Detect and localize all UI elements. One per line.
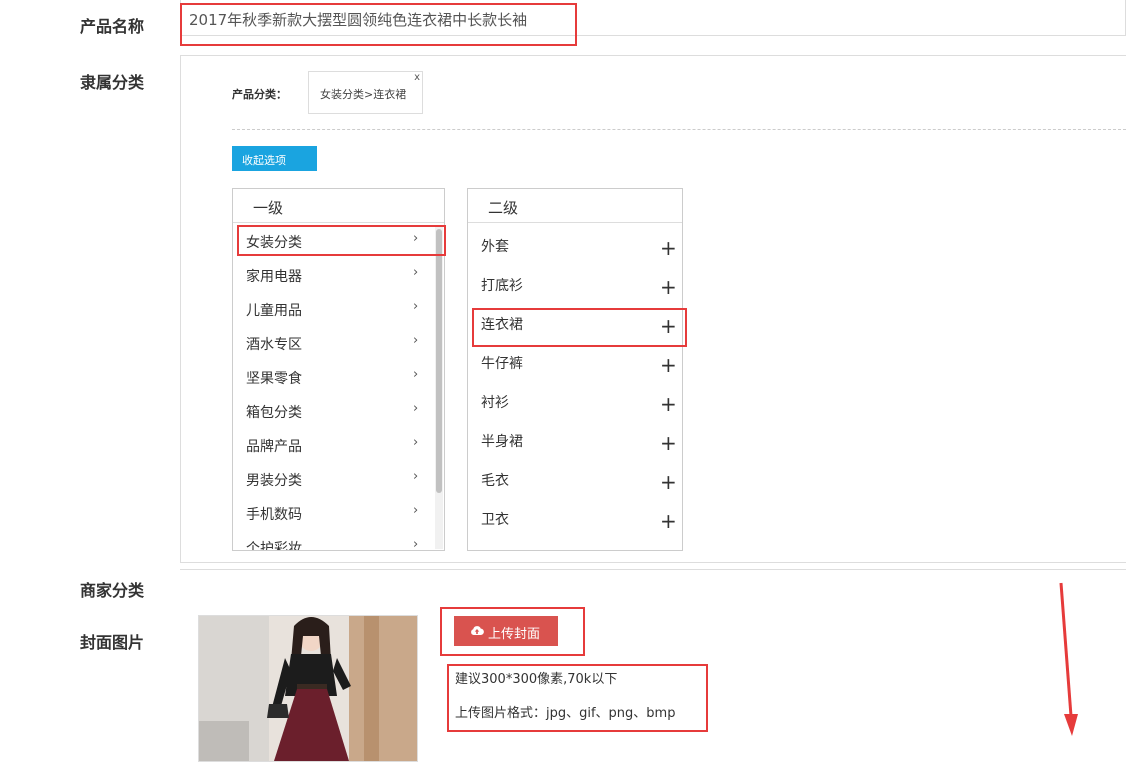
plus-icon[interactable]: + xyxy=(660,238,677,258)
annotation-arrow-icon xyxy=(1059,582,1078,736)
level2-list: 二级 外套 + 打底衫 + 连衣裙 + 牛仔裤 + 衬衫 + 半身裙 + 毛衣 … xyxy=(467,188,683,551)
level2-item[interactable]: 毛衣 + xyxy=(468,463,682,502)
plus-icon[interactable]: + xyxy=(660,433,677,453)
level2-item[interactable]: 半身裙 + xyxy=(468,424,682,463)
level2-title: 二级 xyxy=(468,189,682,223)
level2-item-label: 半身裙 xyxy=(481,434,523,450)
level1-item[interactable]: 酒水专区 › xyxy=(233,327,433,361)
level1-item[interactable]: 箱包分类 › xyxy=(233,395,433,429)
level1-selected-highlight xyxy=(237,225,446,256)
level2-item-label: 衬衫 xyxy=(481,395,509,411)
level2-item[interactable]: 衬衫 + xyxy=(468,385,682,424)
level2-selected-highlight xyxy=(472,308,687,347)
plus-icon[interactable]: + xyxy=(660,277,677,297)
chevron-right-icon: › xyxy=(413,503,419,518)
chevron-right-icon: › xyxy=(413,537,419,551)
level1-item-label: 家用电器 xyxy=(246,269,302,285)
level1-item[interactable]: 手机数码 › xyxy=(233,497,433,531)
chevron-right-icon: › xyxy=(413,299,419,314)
chevron-right-icon: › xyxy=(413,333,419,348)
selected-category-text: 女装分类>连衣裙 xyxy=(320,88,407,101)
chevron-right-icon: › xyxy=(413,469,419,484)
level1-item[interactable]: 品牌产品 › xyxy=(233,429,433,463)
level2-item-label: 外套 xyxy=(481,239,509,255)
level1-item-label: 箱包分类 xyxy=(246,405,302,421)
level1-item-label: 坚果零食 xyxy=(246,371,302,387)
dress-photo xyxy=(199,616,417,761)
level1-item-label: 品牌产品 xyxy=(246,439,302,455)
chevron-right-icon: › xyxy=(413,435,419,450)
chevron-right-icon: › xyxy=(413,265,419,280)
plus-icon[interactable]: + xyxy=(660,394,677,414)
level2-item-label: 牛仔裤 xyxy=(481,356,523,372)
tag-close-icon[interactable]: x xyxy=(414,73,420,83)
cover-image-label: 封面图片 xyxy=(80,633,145,652)
category-panel-underline xyxy=(180,569,1126,570)
product-name-highlight xyxy=(180,3,577,46)
level1-item[interactable]: 儿童用品 › xyxy=(233,293,433,327)
level1-scrollbar[interactable] xyxy=(436,229,442,493)
plus-icon[interactable]: + xyxy=(660,511,677,531)
level1-item-label: 男装分类 xyxy=(246,473,302,489)
level1-title: 一级 xyxy=(233,189,444,223)
level2-item-label: 毛衣 xyxy=(481,473,509,489)
level2-item[interactable]: 牛仔裤 + xyxy=(468,346,682,385)
level1-item-label: 儿童用品 xyxy=(246,303,302,319)
level1-item[interactable]: 家用电器 › xyxy=(233,259,433,293)
level1-item[interactable]: 个护彩妆 › xyxy=(233,531,433,551)
plus-icon[interactable]: + xyxy=(660,472,677,492)
product-name-label: 产品名称 xyxy=(80,17,145,36)
upload-button-highlight xyxy=(440,607,585,656)
level2-item[interactable]: 外套 + xyxy=(468,229,682,268)
level1-item-label: 酒水专区 xyxy=(246,337,302,353)
plus-icon[interactable]: + xyxy=(660,355,677,375)
product-category-label: 产品分类： xyxy=(232,88,287,101)
upload-hint-highlight xyxy=(447,664,708,732)
level2-item[interactable]: 打底衫 + xyxy=(468,268,682,307)
cover-image-thumbnail xyxy=(198,615,418,762)
merchant-category-label: 商家分类 xyxy=(80,581,145,600)
selected-category-tag: 女装分类>连衣裙 x xyxy=(308,71,423,114)
level2-item-label: 卫衣 xyxy=(481,512,509,528)
divider xyxy=(232,129,1126,130)
category-label: 隶属分类 xyxy=(80,73,145,92)
level1-item-label: 个护彩妆 xyxy=(246,541,302,551)
chevron-right-icon: › xyxy=(413,401,419,416)
level2-item[interactable]: 卫衣 + xyxy=(468,502,682,541)
level1-item[interactable]: 坚果零食 › xyxy=(233,361,433,395)
chevron-right-icon: › xyxy=(413,367,419,382)
level2-item-label: 打底衫 xyxy=(481,278,523,294)
level1-item-label: 手机数码 xyxy=(246,507,302,523)
collapse-options-button[interactable]: 收起选项 xyxy=(232,146,317,171)
level1-item[interactable]: 男装分类 › xyxy=(233,463,433,497)
